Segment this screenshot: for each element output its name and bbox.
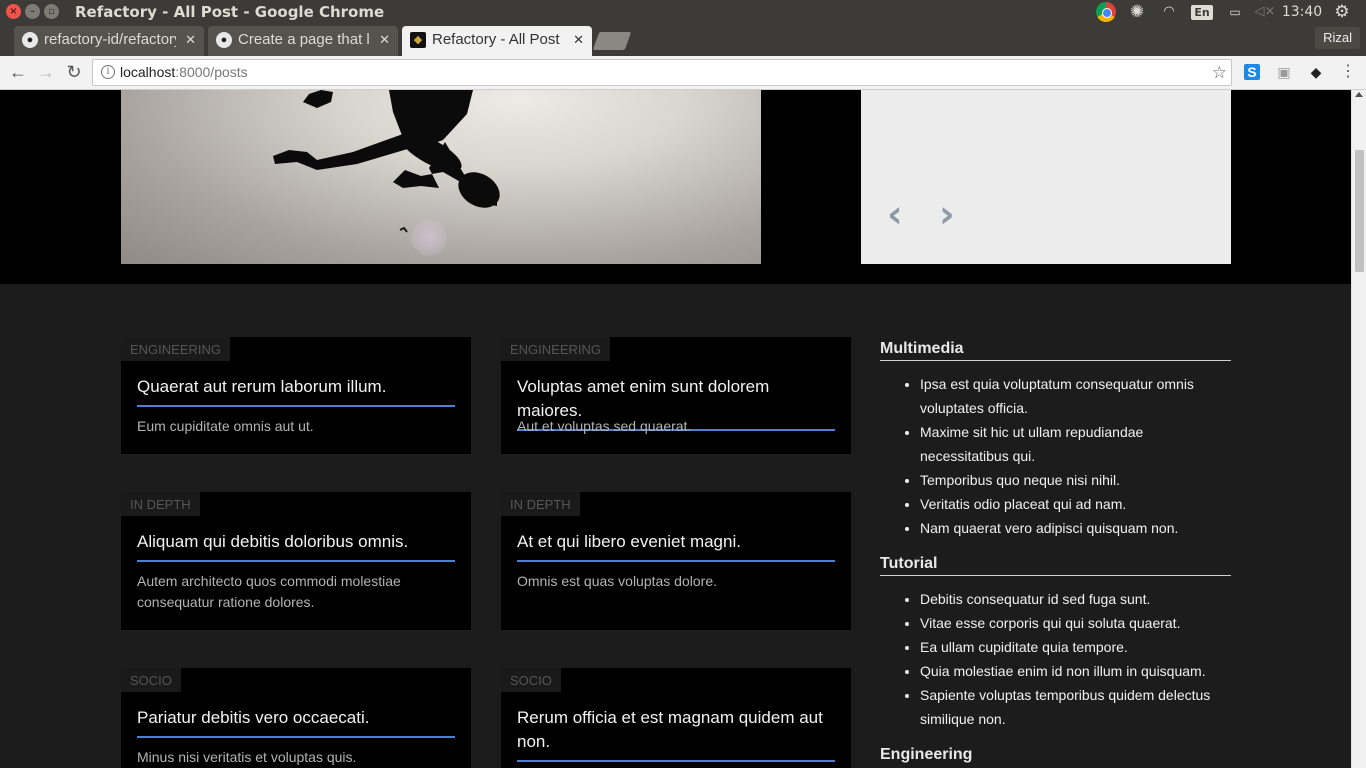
post-category-badge[interactable]: Engineering: [121, 337, 231, 361]
tab-close-icon[interactable]: ✕: [185, 26, 196, 54]
profile-button[interactable]: Rizal: [1315, 27, 1360, 49]
post-excerpt: Minus nisi veritatis et voluptas quis.: [137, 749, 357, 765]
post-card[interactable]: Socio Rerum officia et est magnam quidem…: [501, 668, 851, 768]
tab-strip: ● refactory-id/refactory ✕ ● Create a pa…: [0, 24, 1366, 56]
post-excerpt: Omnis est quas voluptas dolore.: [517, 573, 717, 589]
sidebar-post-link[interactable]: Temporibus quo neque nisi nihil.: [920, 468, 1231, 492]
tab-refactory-repo[interactable]: ● refactory-id/refactory ✕: [14, 26, 204, 56]
chrome-tray-icon[interactable]: [1094, 0, 1116, 24]
post-category-badge[interactable]: Socio: [121, 668, 181, 692]
post-category-badge[interactable]: Socio: [501, 668, 561, 692]
post-card[interactable]: In Depth Aliquam qui debitis doloribus o…: [121, 492, 471, 630]
sidebar-post-link[interactable]: Ea ullam cupiditate quia tempore.: [920, 635, 1231, 659]
post-card[interactable]: Engineering Quaerat aut rerum laborum il…: [121, 337, 471, 454]
window-close-button[interactable]: ×: [6, 4, 21, 19]
post-title[interactable]: At et qui libero eveniet magni.: [517, 530, 835, 562]
post-excerpt: Autem architecto quos commodi molestiae …: [137, 573, 401, 610]
info-icon[interactable]: i: [101, 65, 115, 79]
tab-title: Refactory - All Post: [432, 31, 560, 48]
github-icon: ●: [22, 32, 38, 48]
sidebar-list-tutorial: Debitis consequatur id sed fuga sunt. Vi…: [880, 587, 1231, 731]
extension-incognito-icon[interactable]: ▣: [1274, 62, 1294, 82]
window-maximize-button[interactable]: ▫: [44, 4, 59, 19]
carousel-panel: ‹ ›: [861, 90, 1231, 264]
tab-close-icon[interactable]: ✕: [379, 26, 390, 54]
hero-image[interactable]: [121, 90, 761, 264]
post-card[interactable]: In Depth At et qui libero eveniet magni.…: [501, 492, 851, 630]
sidebar-post-link[interactable]: Sapiente voluptas temporibus quidem dele…: [920, 683, 1231, 731]
battery-icon[interactable]: ▭: [1222, 0, 1248, 24]
category-sidebar: Multimedia Ipsa est quia voluptatum cons…: [880, 340, 1231, 768]
tab-create-page-issue[interactable]: ● Create a page that lists ✕: [208, 26, 398, 56]
post-excerpt: Eum cupiditate omnis aut ut.: [137, 418, 314, 434]
sidebar-post-link[interactable]: Quia molestiae enim id non illum in quis…: [920, 659, 1231, 683]
github-icon: ●: [216, 32, 232, 48]
site-favicon-icon: ◆: [410, 32, 426, 48]
post-title[interactable]: Rerum officia et est magnam quidem aut n…: [517, 706, 835, 762]
volume-muted-icon[interactable]: ◁×: [1254, 0, 1276, 24]
post-title[interactable]: Aliquam qui debitis doloribus omnis.: [137, 530, 455, 562]
sidebar-post-link[interactable]: Vitae esse corporis qui qui soluta quaer…: [920, 611, 1231, 635]
system-tray: ✺ ◠ En ▭ ◁× 13:40 ⚙: [1090, 0, 1366, 24]
address-bar[interactable]: i localhost:8000/posts ☆: [92, 59, 1232, 86]
tab-refactory-all-post[interactable]: ◆ Refactory - All Post ✕: [402, 26, 592, 56]
window-titlebar: × – ▫ Refactory - All Post - Google Chro…: [0, 0, 1366, 24]
post-excerpt: Aut et voluptas sed quaerat.: [517, 418, 692, 434]
url-text[interactable]: localhost:8000/posts: [120, 60, 248, 85]
forward-arrow-icon[interactable]: →: [34, 60, 58, 84]
sidebar-heading-tutorial[interactable]: Tutorial: [880, 555, 1231, 576]
tab-title: refactory-id/refactory: [44, 31, 176, 48]
tab-title: Create a page that lists: [238, 31, 370, 48]
carousel-next-chevron-icon[interactable]: ›: [939, 195, 967, 234]
page-scrollbar[interactable]: [1351, 90, 1366, 768]
settings-gear-icon[interactable]: ⚙: [1330, 0, 1354, 24]
post-card[interactable]: Engineering Voluptas amet enim sunt dolo…: [501, 337, 851, 454]
page-viewport: ‹ › Engineering Quaerat aut rerum laboru…: [0, 90, 1366, 768]
sidebar-post-link[interactable]: Ipsa est quia voluptatum consequatur omn…: [920, 372, 1231, 420]
sidebar-post-link[interactable]: Maxime sit hic ut ullam repudiandae nece…: [920, 420, 1231, 468]
post-card[interactable]: Socio Pariatur debitis vero occaecati. M…: [121, 668, 471, 768]
wifi-icon[interactable]: ◠: [1158, 0, 1180, 24]
hero-section: ‹ ›: [0, 90, 1351, 284]
bookmark-star-icon[interactable]: ☆: [1212, 60, 1227, 85]
reload-icon[interactable]: ↻: [62, 60, 86, 84]
puzzle-tray-icon[interactable]: ✺: [1126, 0, 1148, 24]
extension-grad-cap-icon[interactable]: ◆: [1306, 62, 1326, 82]
window-title: Refactory - All Post - Google Chrome: [75, 3, 385, 21]
post-title[interactable]: Quaerat aut rerum laborum illum.: [137, 375, 455, 407]
post-category-badge[interactable]: Engineering: [501, 337, 611, 361]
tab-close-icon[interactable]: ✕: [573, 26, 584, 54]
back-arrow-icon[interactable]: ←: [6, 60, 30, 84]
sidebar-heading-engineering[interactable]: Engineering: [880, 746, 1231, 766]
lens-flare: [411, 220, 447, 256]
browser-toolbar: ← → ↻ i localhost:8000/posts ☆ S ▣ ◆ ⋮: [0, 56, 1366, 90]
post-category-badge[interactable]: In Depth: [121, 492, 200, 516]
sidebar-post-link[interactable]: Veritatis odio placeat qui ad nam.: [920, 492, 1231, 516]
sidebar-post-link[interactable]: Nam quaerat vero adipisci quisquam non.: [920, 516, 1231, 540]
keyboard-lang-indicator[interactable]: En: [1190, 0, 1214, 24]
new-tab-button[interactable]: [592, 32, 632, 50]
sidebar-post-link[interactable]: Debitis consequatur id sed fuga sunt.: [920, 587, 1231, 611]
window-minimize-button[interactable]: –: [25, 4, 40, 19]
post-category-badge[interactable]: In Depth: [501, 492, 580, 516]
carousel-prev-chevron-icon[interactable]: ‹: [887, 195, 915, 234]
extension-s-icon[interactable]: S: [1244, 64, 1260, 80]
sidebar-list-multimedia: Ipsa est quia voluptatum consequatur omn…: [880, 372, 1231, 540]
sidebar-heading-multimedia[interactable]: Multimedia: [880, 340, 1231, 361]
scroll-up-arrow-icon[interactable]: [1355, 92, 1363, 97]
menu-kebab-icon[interactable]: ⋮: [1338, 62, 1358, 82]
post-title[interactable]: Pariatur debitis vero occaecati.: [137, 706, 455, 738]
scroll-thumb[interactable]: [1355, 150, 1364, 272]
clock[interactable]: 13:40: [1280, 0, 1324, 24]
